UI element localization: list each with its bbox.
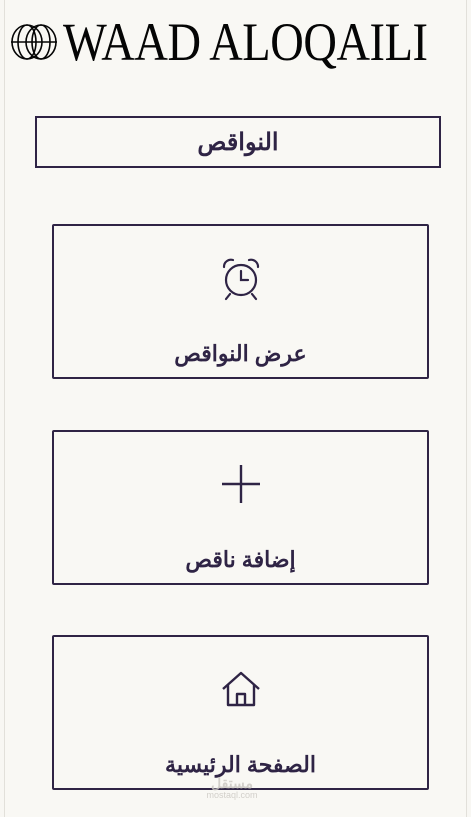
home-icon [217, 665, 265, 713]
interlocking-rings-icon [9, 18, 59, 66]
page-title: النواقص [35, 116, 441, 168]
brand-header: WAAD ALOQAILI [9, 12, 471, 72]
view-shortages-button[interactable]: عرض النواقص [52, 224, 429, 379]
plus-icon [217, 460, 265, 508]
home-page-button[interactable]: الصفحة الرئيسية [52, 635, 429, 790]
brand-name: WAAD ALOQAILI [63, 12, 428, 72]
alarm-clock-icon [217, 254, 265, 302]
watermark-latin: mostaql.com [206, 790, 258, 800]
add-shortage-label: إضافة ناقص [185, 547, 296, 572]
watermark: مستقل mostaql.com [197, 776, 267, 800]
view-shortages-label: عرض النواقص [174, 341, 307, 366]
add-shortage-button[interactable]: إضافة ناقص [52, 430, 429, 585]
watermark-arabic: مستقل [211, 775, 253, 791]
app-frame: WAAD ALOQAILI النواقص عرض النواقص إضافة … [4, 0, 467, 817]
